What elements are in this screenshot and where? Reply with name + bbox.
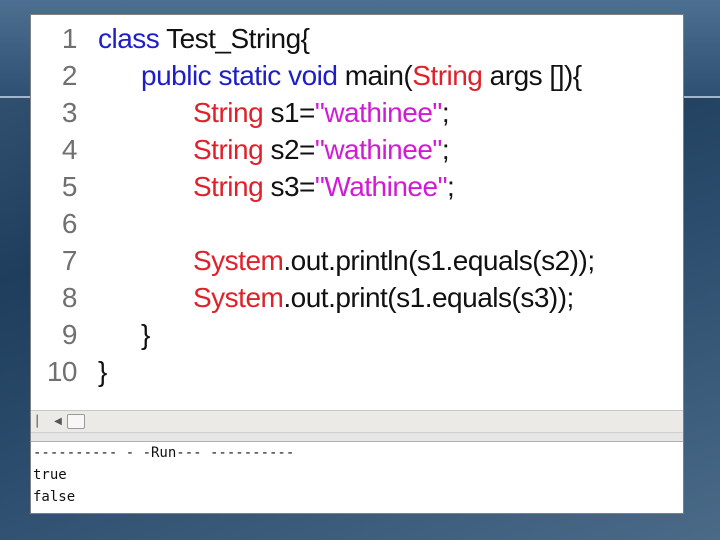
scroll-end-marker-icon: ▏ xyxy=(36,415,46,428)
code-token: } xyxy=(141,319,150,350)
code-token: .out.println(s1.equals(s2)); xyxy=(283,245,595,276)
code-token: args []){ xyxy=(482,60,583,91)
line-number: 10 xyxy=(46,356,78,387)
line-number: 5 xyxy=(61,171,78,202)
code-token: ; xyxy=(441,97,450,128)
code-token: class xyxy=(98,23,167,54)
code-text: String s2="wathinee"; xyxy=(193,131,450,168)
code-line: 7 System.out.println(s1.equals(s2)); xyxy=(31,242,683,279)
scrollbar-thumb[interactable] xyxy=(67,414,85,429)
line-number: 8 xyxy=(61,282,78,313)
code-text: String s3="Wathinee"; xyxy=(193,168,455,205)
code-text: System.out.println(s1.equals(s2)); xyxy=(193,242,595,279)
code-line: 10} xyxy=(31,353,683,390)
code-text: String s1="wathinee"; xyxy=(193,94,450,131)
code-token: ; xyxy=(441,134,450,165)
code-text: class Test_String{ xyxy=(98,20,310,57)
output-line: false xyxy=(33,489,76,505)
code-token: main( xyxy=(344,60,413,91)
code-line: 9} xyxy=(31,316,683,353)
code-text: System.out.print(s1.equals(s3)); xyxy=(193,279,574,316)
code-token: s2= xyxy=(270,134,315,165)
code-editor[interactable]: 1 class Test_String{ 2 public static void m… xyxy=(31,15,683,410)
code-line: 1 class Test_String{ xyxy=(31,20,683,57)
code-line: 3 String s1="wathinee"; xyxy=(31,94,683,131)
run-header: ---------- - -Run--- ---------- xyxy=(33,445,295,461)
code-token: System xyxy=(193,282,284,313)
code-token: public static void xyxy=(141,60,345,91)
line-number: 3 xyxy=(61,97,78,128)
output-console: ---------- - -Run--- ---------- true fal… xyxy=(31,442,683,513)
code-text: } xyxy=(141,316,150,353)
line-number: 6 xyxy=(61,208,78,239)
line-number: 2 xyxy=(61,60,78,91)
code-token: ; xyxy=(447,171,455,202)
line-number: 4 xyxy=(61,134,78,165)
editor-window: 1 class Test_String{ 2 public static void m… xyxy=(30,14,684,514)
code-token: "Wathinee" xyxy=(314,171,448,202)
line-number: 9 xyxy=(61,319,78,350)
scroll-left-arrow-icon[interactable]: ◀ xyxy=(51,413,65,430)
code-token: "wathinee" xyxy=(314,97,442,128)
code-token: .out.print(s1.equals(s3)); xyxy=(283,282,574,313)
line-number: 1 xyxy=(61,23,78,54)
code-token: String xyxy=(193,97,271,128)
output-line: true xyxy=(33,467,67,483)
code-line: 2 public static void main(String args [])… xyxy=(31,57,683,94)
code-line: 5 String s3="Wathinee"; xyxy=(31,168,683,205)
code-line: 4 String s2="wathinee"; xyxy=(31,131,683,168)
code-text: } xyxy=(98,353,107,390)
code-token: s1= xyxy=(270,97,315,128)
code-token: Test_String{ xyxy=(166,23,310,54)
code-line: 8 System.out.print(s1.equals(s3)); xyxy=(31,279,683,316)
line-number: 7 xyxy=(61,245,78,276)
code-token: } xyxy=(98,356,107,387)
code-token: s3= xyxy=(270,171,315,202)
code-token: String xyxy=(412,60,483,91)
code-token: "wathinee" xyxy=(314,134,442,165)
code-line: 6 xyxy=(31,205,683,242)
code-token: String xyxy=(193,171,271,202)
code-token: String xyxy=(193,134,271,165)
horizontal-scrollbar[interactable]: ▏ ◀ xyxy=(31,410,683,433)
code-token: System xyxy=(193,245,284,276)
code-text: public static void main(String args []){ xyxy=(141,57,582,94)
pane-splitter[interactable] xyxy=(31,432,683,442)
